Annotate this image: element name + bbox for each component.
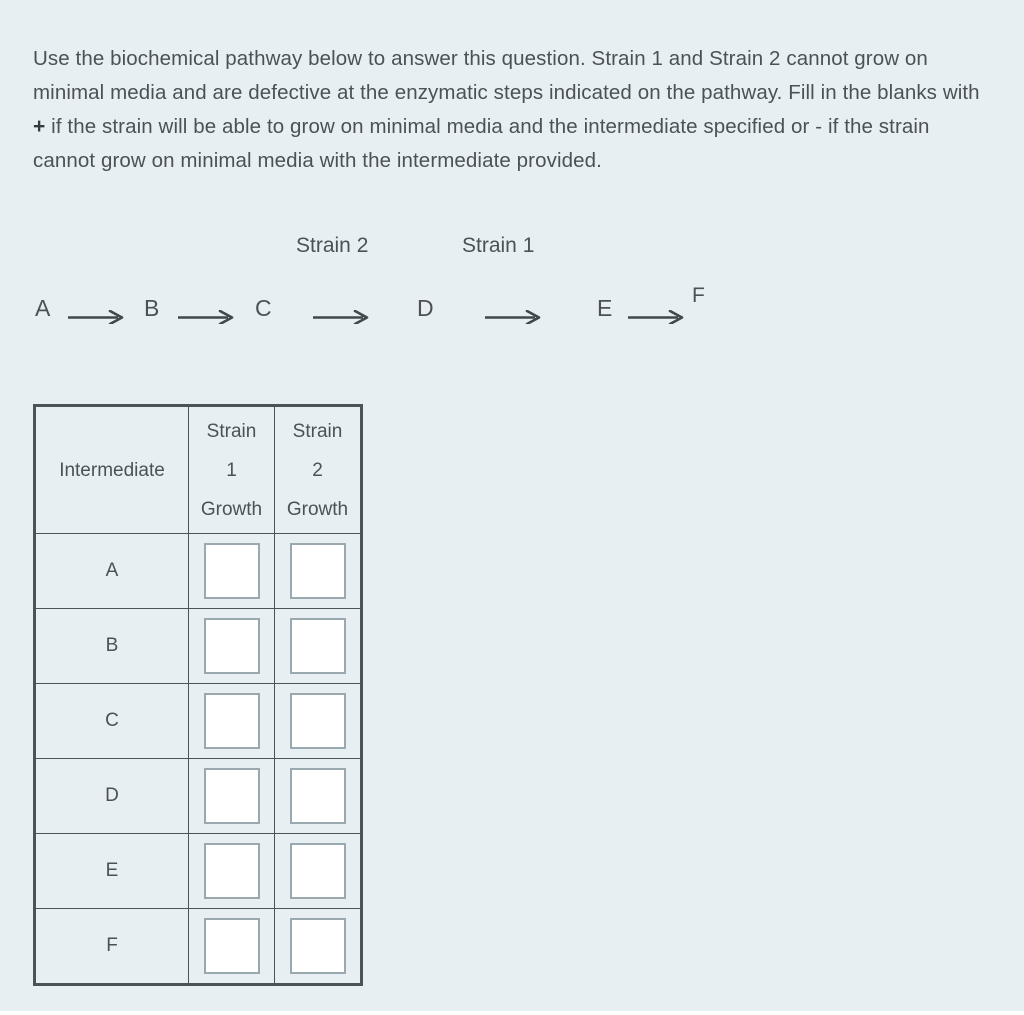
strain-1-growth-cell	[188, 608, 275, 684]
strain-1-growth-cell	[188, 758, 275, 834]
strain-1-growth-input[interactable]	[203, 843, 260, 899]
pathway-node-a: A	[35, 295, 51, 321]
strain-1-header-line-2: 1	[226, 459, 237, 481]
strain-2-growth-cell	[274, 683, 362, 759]
strain-2-growth-cell	[274, 908, 362, 985]
pathway-node-b: B	[144, 295, 160, 321]
table-row: A	[34, 533, 362, 609]
strain-1-header-line-1: Strain	[206, 420, 257, 442]
strain-2-growth-input[interactable]	[289, 618, 346, 674]
intermediate-label: B	[34, 608, 189, 684]
table-body: A B C D E F	[34, 533, 362, 985]
strain-2-growth-input[interactable]	[289, 843, 346, 899]
page-bottom-edge	[0, 1011, 1024, 1015]
table-row: F	[34, 908, 362, 985]
plus-symbol: +	[33, 114, 46, 138]
table-header-row: Intermediate Strain 1 Growth Strain 2 Gr…	[34, 405, 362, 534]
intermediate-label: F	[34, 908, 189, 985]
strain-1-growth-cell	[188, 533, 275, 609]
column-header-strain-2-growth: Strain 2 Growth	[274, 405, 362, 534]
strain-1-growth-input[interactable]	[203, 543, 260, 599]
growth-results-table: Intermediate Strain 1 Growth Strain 2 Gr…	[33, 404, 363, 986]
intermediate-label: A	[34, 533, 189, 609]
strain-2-header-line-3: Growth	[286, 498, 349, 520]
strain-2-growth-input[interactable]	[289, 693, 346, 749]
intermediate-label: E	[34, 833, 189, 909]
right-arrow-icon	[313, 310, 371, 324]
table-row: B	[34, 608, 362, 684]
column-header-strain-1-growth: Strain 1 Growth	[188, 405, 275, 534]
strain-2-growth-cell	[274, 758, 362, 834]
strain-1-growth-input[interactable]	[203, 918, 260, 974]
table-row: D	[34, 758, 362, 834]
intermediate-label: D	[34, 758, 189, 834]
right-arrow-icon	[178, 310, 236, 324]
intermediate-label: C	[34, 683, 189, 759]
column-header-intermediate: Intermediate	[34, 405, 189, 534]
strain-2-growth-input[interactable]	[289, 768, 346, 824]
strain-1-growth-input[interactable]	[203, 693, 260, 749]
strain-1-growth-cell	[188, 833, 275, 909]
pathway-node-c: C	[255, 295, 272, 321]
strain-2-growth-input[interactable]	[289, 543, 346, 599]
right-arrow-icon	[68, 310, 126, 324]
pathway-strain-1-label: Strain 1	[462, 234, 535, 257]
biochemical-pathway-diagram: Strain 2 Strain 1 A B C D E F	[0, 222, 1024, 352]
strain-2-growth-cell	[274, 833, 362, 909]
right-arrow-icon	[485, 310, 543, 324]
strain-1-growth-input[interactable]	[203, 618, 260, 674]
strain-2-growth-cell	[274, 533, 362, 609]
strain-2-growth-input[interactable]	[289, 918, 346, 974]
strain-1-growth-cell	[188, 683, 275, 759]
right-arrow-icon	[628, 310, 686, 324]
strain-1-growth-input[interactable]	[203, 768, 260, 824]
question-prompt: Use the biochemical pathway below to ans…	[33, 42, 985, 178]
strain-1-header-line-3: Growth	[200, 498, 263, 520]
prompt-text-part-1: Use the biochemical pathway below to ans…	[33, 46, 980, 104]
pathway-strain-2-label: Strain 2	[296, 234, 369, 257]
table-row: C	[34, 683, 362, 759]
table-row: E	[34, 833, 362, 909]
strain-2-header-line-1: Strain	[292, 420, 343, 442]
strain-2-header-line-2: 2	[312, 459, 323, 481]
question-page: Use the biochemical pathway below to ans…	[0, 0, 1024, 1015]
table-header: Intermediate Strain 1 Growth Strain 2 Gr…	[34, 405, 362, 534]
strain-1-growth-cell	[188, 908, 275, 985]
strain-2-growth-cell	[274, 608, 362, 684]
prompt-text-part-2: if the strain will be able to grow on mi…	[33, 114, 930, 172]
pathway-node-d: D	[417, 295, 434, 321]
pathway-node-f: F	[692, 284, 705, 307]
pathway-node-e: E	[597, 295, 613, 321]
